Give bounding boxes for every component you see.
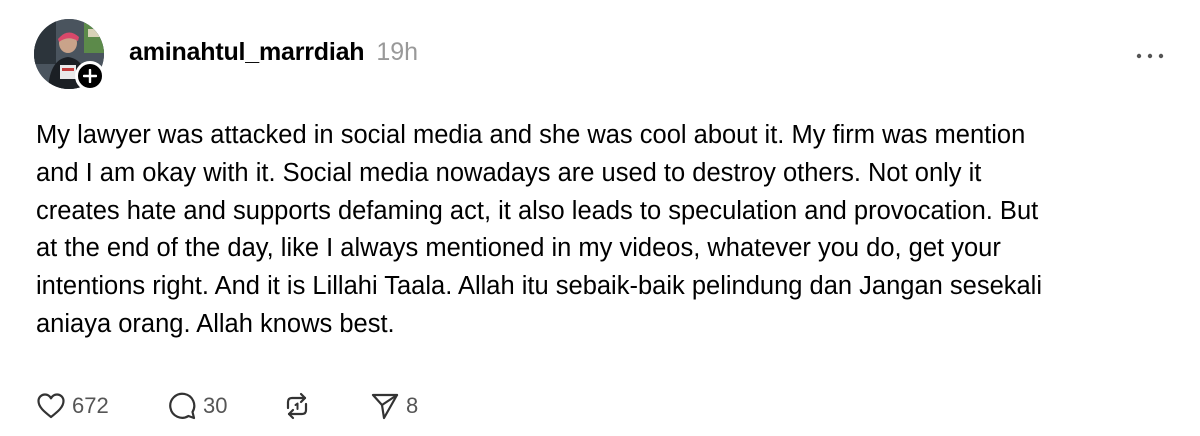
post-header: aminahtul_marrdiah 19h <box>129 38 418 67</box>
post-body-line: aniaya orang. Allah knows best. <box>36 309 395 338</box>
repost-icon <box>286 392 308 420</box>
repost-button[interactable] <box>282 391 370 421</box>
post-body-line: and I am okay with it. Social media nowa… <box>36 158 982 187</box>
plus-icon <box>83 69 97 83</box>
post-body-line: My lawyer was attacked in social media a… <box>36 121 1026 149</box>
post-body-line: creates hate and supports defaming act, … <box>36 196 1039 225</box>
reply-count: 30 <box>203 393 228 418</box>
author-avatar-container[interactable] <box>34 19 106 91</box>
follow-button[interactable] <box>75 61 105 91</box>
post-body: My lawyer was attacked in social media a… <box>36 117 1176 344</box>
post-timestamp: 19h <box>376 38 419 66</box>
reply-button[interactable]: 30 <box>167 391 282 421</box>
send-icon <box>371 393 399 420</box>
post-body-line: intentions right. And it is Lillahi Taal… <box>36 272 1043 301</box>
share-button[interactable]: 8 <box>370 391 450 421</box>
like-count: 672 <box>72 393 109 418</box>
username-link[interactable]: aminahtul_marrdiah <box>129 38 365 67</box>
ellipsis-icon <box>1136 53 1164 59</box>
comment-icon <box>169 392 196 420</box>
heart-icon <box>37 393 65 419</box>
post-body-line: at the end of the day, like I always men… <box>36 234 1001 263</box>
post-actions: 672 30 8 <box>36 390 450 422</box>
share-count: 8 <box>406 393 419 418</box>
like-button[interactable]: 672 <box>36 392 167 420</box>
thread-post: aminahtul_marrdiah 19h My lawyer was att… <box>0 0 1200 436</box>
more-options-button[interactable] <box>1130 46 1170 66</box>
